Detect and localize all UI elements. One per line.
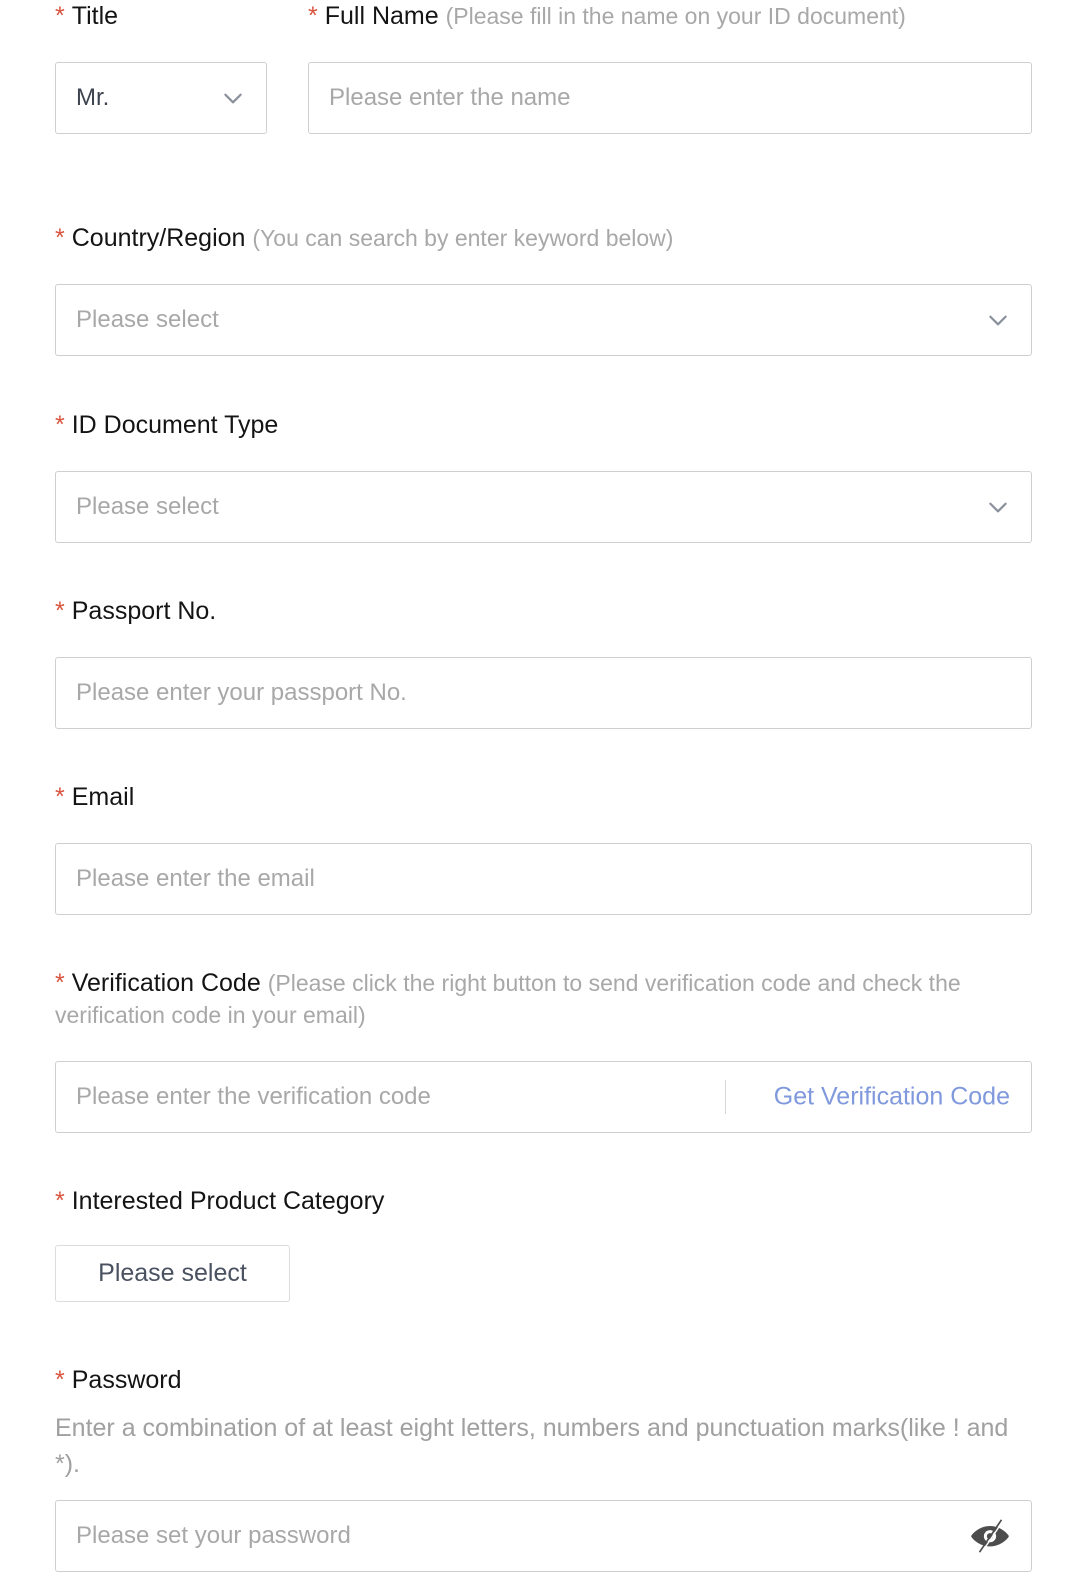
field-group-password: * Password Enter a combination of at leas… xyxy=(55,1364,1032,1572)
field-group-passport-no: * Passport No. xyxy=(55,595,1032,729)
full-name-label-text: Full Name xyxy=(324,2,439,30)
full-name-hint: (Please fill in the name on your ID docu… xyxy=(445,3,906,29)
required-asterisk: * xyxy=(55,1366,65,1394)
field-group-id-document-type: * ID Document Type Please select xyxy=(55,409,1032,543)
required-asterisk: * xyxy=(55,969,65,997)
id-document-type-select-value: Please select xyxy=(76,493,219,520)
country-region-select[interactable]: Please select xyxy=(55,284,1032,356)
country-region-hint: (You can search by enter keyword below) xyxy=(252,225,674,251)
required-asterisk: * xyxy=(55,2,65,30)
title-label: * Title xyxy=(55,0,267,32)
divider xyxy=(725,1080,726,1114)
title-select[interactable]: Mr. xyxy=(55,62,267,134)
id-document-type-label-text: ID Document Type xyxy=(71,411,279,439)
full-name-input[interactable] xyxy=(308,62,1032,134)
field-group-email: * Email xyxy=(55,781,1032,915)
required-asterisk: * xyxy=(55,783,65,811)
verification-code-label: * Verification Code (Please click the rig… xyxy=(55,967,1015,1031)
required-asterisk: * xyxy=(55,224,65,252)
password-visibility-toggle[interactable] xyxy=(970,1519,1010,1553)
email-input[interactable] xyxy=(55,843,1032,915)
registration-form: * Title Mr. * Full Name (Please fill in th… xyxy=(0,0,1078,1572)
password-input-wrap xyxy=(55,1500,1032,1572)
full-name-label: * Full Name (Please fill in the name on y… xyxy=(308,0,1032,32)
chevron-down-icon xyxy=(985,307,1011,333)
passport-no-input[interactable] xyxy=(55,657,1032,729)
passport-no-label: * Passport No. xyxy=(55,595,1032,627)
verification-code-label-text: Verification Code xyxy=(71,969,261,997)
title-select-value: Mr. xyxy=(76,84,110,111)
interested-product-category-label: * Interested Product Category xyxy=(55,1185,555,1217)
chevron-down-icon xyxy=(220,85,246,111)
country-region-select-value: Please select xyxy=(76,306,219,333)
required-asterisk: * xyxy=(308,2,318,30)
required-asterisk: * xyxy=(55,1187,65,1215)
field-group-full-name: * Full Name (Please fill in the name on y… xyxy=(308,0,1032,134)
interested-product-category-label-text: Interested Product Category xyxy=(71,1187,385,1215)
field-group-country-region: * Country/Region (You can search by enter… xyxy=(55,222,1032,356)
email-label-text: Email xyxy=(71,783,135,811)
chevron-down-icon xyxy=(985,494,1011,520)
passport-no-label-text: Passport No. xyxy=(71,597,217,625)
interested-product-category-select-button[interactable]: Please select xyxy=(55,1245,290,1302)
email-label: * Email xyxy=(55,781,1032,813)
required-asterisk: * xyxy=(55,597,65,625)
password-label-text: Password xyxy=(71,1366,182,1394)
id-document-type-label: * ID Document Type xyxy=(55,409,1032,441)
get-verification-code-button[interactable]: Get Verification Code xyxy=(774,1083,1010,1112)
field-group-verification-code: * Verification Code (Please click the rig… xyxy=(55,967,1032,1133)
password-help-text: Enter a combination of at least eight le… xyxy=(55,1414,1009,1478)
verification-code-input-wrap: Get Verification Code xyxy=(55,1061,1032,1133)
country-region-label: * Country/Region (You can search by enter… xyxy=(55,222,1032,254)
password-input[interactable] xyxy=(55,1500,1032,1572)
country-region-label-text: Country/Region xyxy=(71,224,246,252)
id-document-type-select[interactable]: Please select xyxy=(55,471,1032,543)
title-and-name-row: * Title Mr. * Full Name (Please fill in th… xyxy=(0,0,1078,134)
password-label: * Password xyxy=(55,1364,1032,1396)
field-group-interested-product-category: * Interested Product Category Please sele… xyxy=(55,1185,555,1302)
title-label-text: Title xyxy=(71,2,119,30)
field-group-title: * Title Mr. xyxy=(55,0,267,134)
eye-off-icon xyxy=(970,1519,1010,1553)
required-asterisk: * xyxy=(55,411,65,439)
